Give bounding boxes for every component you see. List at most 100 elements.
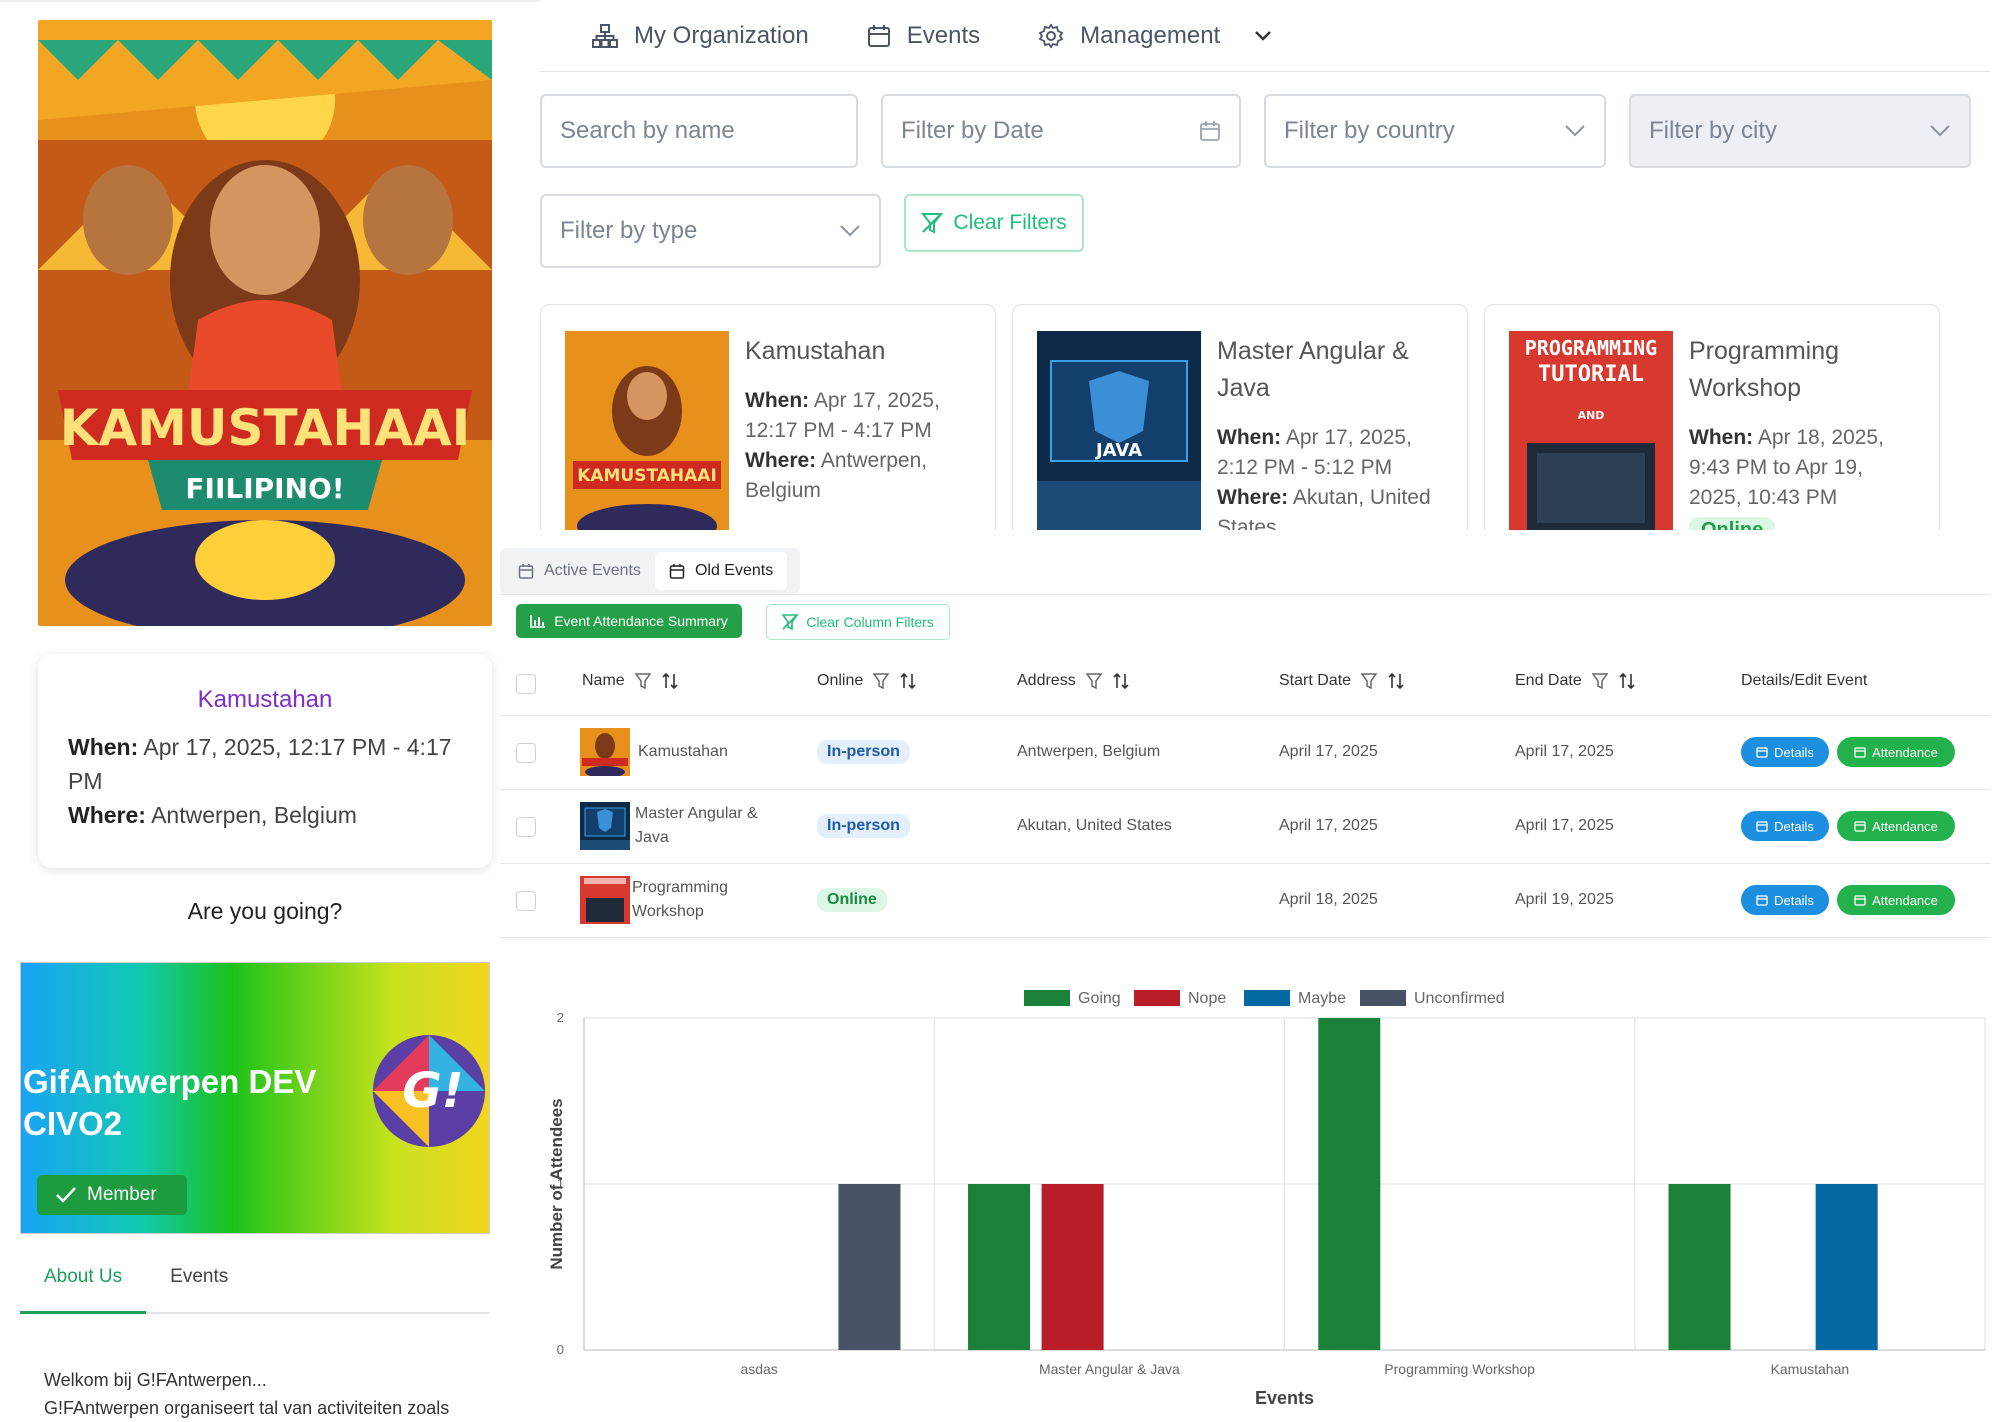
cell-address: Antwerpen, Belgium <box>1017 743 1161 760</box>
col-start-date-header[interactable]: Start Date <box>1279 672 1405 690</box>
about-line-1: Welkom bij G!FAntwerpen... <box>44 1370 267 1390</box>
attendance-button[interactable]: Attendance <box>1837 885 1955 915</box>
chevron-down-icon <box>1564 124 1586 138</box>
legend-swatch <box>1244 990 1290 1006</box>
cell-end-date: April 17, 2025 <box>1515 743 1614 760</box>
member-badge[interactable]: Member <box>37 1175 187 1215</box>
event-title: Programming Workshop <box>1689 337 1840 402</box>
cell-name: Master Angular & Java <box>635 805 758 846</box>
organization-logo: G! <box>373 1035 485 1147</box>
row-checkbox[interactable] <box>516 743 536 763</box>
row-checkbox[interactable] <box>516 891 536 911</box>
y-axis-label: Number of Attendees <box>547 1098 566 1269</box>
clear-filters-button[interactable]: Clear Filters <box>904 194 1084 252</box>
filter-by-type-select[interactable]: Filter by type <box>540 194 881 268</box>
nav-events[interactable]: Events <box>867 22 980 50</box>
bar-going <box>1668 1184 1731 1350</box>
col-end-date-header[interactable]: End Date <box>1515 672 1636 690</box>
select-all-checkbox[interactable] <box>516 674 536 694</box>
tab-active-events[interactable]: Active Events <box>504 552 655 590</box>
type-placeholder: Filter by type <box>560 217 698 244</box>
event-where: Where: Antwerpen, Belgium <box>745 446 975 506</box>
details-button[interactable]: Details <box>1741 811 1829 841</box>
search-by-name-input[interactable]: Search by name <box>540 94 858 168</box>
tab-events[interactable]: Events <box>146 1246 252 1314</box>
legend-swatch <box>1024 990 1070 1006</box>
calendar-icon <box>518 563 534 579</box>
where-label: Where: <box>1217 486 1289 509</box>
tab-old-events[interactable]: Old Events <box>654 552 788 590</box>
event-card[interactable]: PROGRAMMING TUTORIAL AND Programming Works… <box>1484 304 1940 530</box>
legend-label: Going <box>1078 990 1121 1007</box>
organization-tabs: About Us Events <box>20 1246 490 1314</box>
country-placeholder: Filter by country <box>1284 117 1455 144</box>
are-you-going-text: Are you going? <box>187 898 343 924</box>
event-thumbnail: PROGRAMMING TUTORIAL AND <box>1509 331 1673 530</box>
sort-icon[interactable] <box>661 672 679 690</box>
check-icon <box>55 1186 77 1204</box>
filter-icon[interactable] <box>1591 673 1608 689</box>
calendar-icon <box>1854 820 1866 832</box>
event-card[interactable]: JAVA Master Angular & Java When: Apr 17,… <box>1012 304 1468 530</box>
calendar-icon[interactable] <box>1199 120 1221 142</box>
sort-icon[interactable] <box>899 672 917 690</box>
attendance-button[interactable]: Attendance <box>1837 737 1955 767</box>
filter-icon[interactable] <box>873 673 890 689</box>
sort-icon[interactable] <box>1112 672 1130 690</box>
about-line-2: G!FAntwerpen organiseert tal van activit… <box>44 1398 450 1418</box>
nav-management[interactable]: Management <box>1038 22 1272 50</box>
top-navigation: My Organization Events Management <box>540 0 1990 72</box>
filter-icon[interactable] <box>634 673 651 689</box>
sort-icon[interactable] <box>1618 672 1636 690</box>
details-button[interactable]: Details <box>1741 737 1829 767</box>
nav-my-organization[interactable]: My Organization <box>592 22 809 50</box>
chevron-down-icon[interactable] <box>1254 30 1272 42</box>
sort-icon[interactable] <box>1387 672 1405 690</box>
col-details-header: Details/Edit Event <box>1741 672 1867 690</box>
thumb-text: AND <box>1578 409 1605 422</box>
filter-icon[interactable] <box>1085 673 1102 689</box>
bar-chart-icon <box>530 614 546 628</box>
event-attendance-summary-button[interactable]: Event Attendance Summary <box>516 604 742 638</box>
thumb-text: JAVA <box>1094 440 1142 461</box>
col-name-header[interactable]: Name <box>582 672 679 690</box>
calendar-icon <box>1756 894 1768 906</box>
tab-about-us[interactable]: About Us <box>20 1246 147 1314</box>
event-when: When: Apr 17, 2025, 12:17 PM - 4:17 PM <box>745 386 975 446</box>
event-tabs: Active Events Old Events <box>500 548 800 594</box>
filter-clear-icon <box>921 212 944 234</box>
poster-ribbon-text: FIILIPINO! <box>185 472 344 505</box>
calendar-icon <box>1854 894 1866 906</box>
attendance-label: Attendance <box>1872 892 1938 908</box>
organization-banner: GifAntwerpen DEV CIVO2 G! Member <box>20 962 490 1234</box>
attendance-label: Attendance <box>1872 818 1938 834</box>
online-status-badge: In-person <box>817 740 910 764</box>
calendar-icon <box>1854 746 1866 758</box>
col-address-header[interactable]: Address <box>1017 672 1130 690</box>
row-checkbox[interactable] <box>516 817 536 837</box>
selected-event-card: Kamustahan When: Apr 17, 2025, 12:17 PM … <box>38 654 492 868</box>
tabs-divider <box>500 594 1990 595</box>
filter-by-city-select[interactable]: Filter by city <box>1629 94 1971 168</box>
event-info: Kamustahan When: Apr 17, 2025, 12:17 PM … <box>745 333 975 506</box>
attendance-button[interactable]: Attendance <box>1837 811 1955 841</box>
event-title: Kamustahan <box>745 337 886 365</box>
filter-by-country-select[interactable]: Filter by country <box>1264 94 1606 168</box>
online-badge: Online <box>1689 517 1776 530</box>
nav-label: Events <box>906 21 981 49</box>
event-card[interactable]: KAMUSTAHAAI Kamustahan When: Apr 17, 202… <box>540 304 996 530</box>
clear-columns-label: Clear Column Filters <box>806 614 934 630</box>
cell-start-date: April 17, 2025 <box>1279 743 1378 760</box>
table-row: Master Angular & Java In-person Akutan, … <box>500 790 1990 864</box>
nav-label: My Organization <box>634 21 809 49</box>
member-label: Member <box>87 1184 157 1205</box>
legend-label: Unconfirmed <box>1414 990 1505 1007</box>
event-when: When: Apr 17, 2025, 2:12 PM - 5:12 PM <box>1217 423 1447 483</box>
top-divider <box>0 0 540 2</box>
clear-column-filters-button[interactable]: Clear Column Filters <box>766 604 950 640</box>
filter-icon[interactable] <box>1361 673 1378 689</box>
col-online-header[interactable]: Online <box>817 672 917 690</box>
poster-title-text: KAMUSTAHAAI <box>60 399 471 457</box>
filter-by-date-input[interactable]: Filter by Date <box>881 94 1241 168</box>
details-button[interactable]: Details <box>1741 885 1829 915</box>
